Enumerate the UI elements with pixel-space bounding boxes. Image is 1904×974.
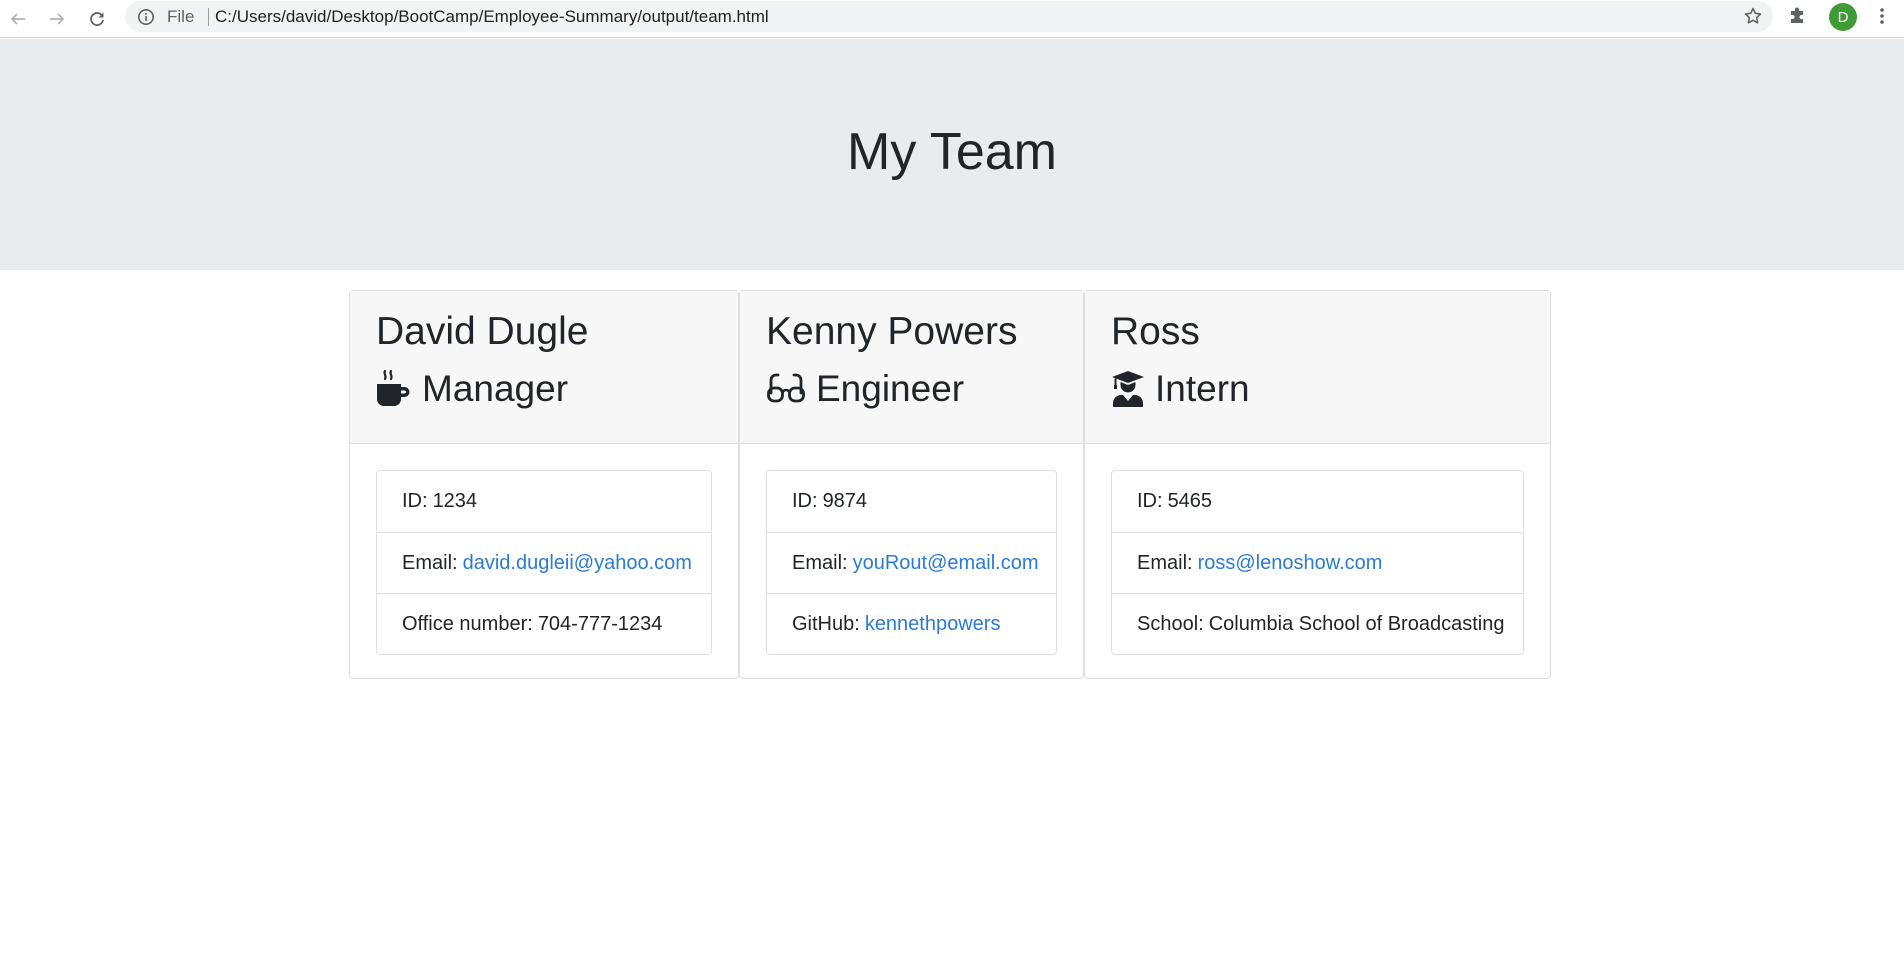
menu-button[interactable] bbox=[1872, 6, 1892, 31]
id-value: 5465 bbox=[1167, 490, 1213, 512]
card-header: Kenny Powers Engineer bbox=[740, 291, 1083, 444]
browser-toolbar: File C:/Users/david/Desktop/BootCamp/Emp… bbox=[0, 0, 1904, 38]
info-icon[interactable] bbox=[137, 8, 155, 31]
reload-button[interactable] bbox=[82, 4, 112, 34]
page-header: My Team bbox=[0, 39, 1904, 270]
forward-button[interactable] bbox=[42, 4, 72, 34]
address-bar[interactable]: File C:/Users/david/Desktop/BootCamp/Emp… bbox=[125, 1, 1773, 32]
mug-hot-icon bbox=[377, 369, 410, 406]
card-body: ID: 5465 Email: ross@lenoshow.com School… bbox=[1085, 444, 1550, 681]
email-link[interactable]: youRout@email.com bbox=[853, 552, 1039, 575]
details-list: ID: 1234 Email: david.dugleii@yahoo.com … bbox=[376, 470, 712, 655]
employee-id: ID: 9874 bbox=[767, 471, 1056, 532]
arrow-right-icon bbox=[50, 13, 65, 25]
arrow-left-icon bbox=[10, 13, 25, 25]
employee-name: David Dugle bbox=[376, 310, 589, 353]
github-label: GitHub: bbox=[792, 612, 860, 635]
user-graduate-icon bbox=[1112, 370, 1144, 407]
github-link[interactable]: kennethpowers bbox=[865, 613, 1001, 636]
reload-icon bbox=[90, 12, 104, 26]
email-label: Email: bbox=[792, 551, 848, 574]
card-body: ID: 9874 Email: youRout@email.com GitHub… bbox=[740, 444, 1083, 681]
employee-role: Engineer bbox=[766, 367, 1057, 411]
card-body: ID: 1234 Email: david.dugleii@yahoo.com … bbox=[350, 444, 738, 681]
email-label: Email: bbox=[402, 551, 458, 574]
employee-office-number: Office number: 704-777-1234 bbox=[377, 593, 711, 654]
office-number-label: Office number: bbox=[402, 612, 533, 635]
id-label: ID: bbox=[1137, 490, 1163, 512]
employee-id: ID: 1234 bbox=[377, 471, 711, 532]
id-label: ID: bbox=[792, 490, 818, 512]
email-link[interactable]: ross@lenoshow.com bbox=[1198, 552, 1383, 575]
employee-email: Email: youRout@email.com bbox=[767, 532, 1056, 593]
puzzle-icon bbox=[1791, 7, 1803, 23]
office-number-value: 704-777-1234 bbox=[537, 612, 663, 635]
card-header: David Dugle Manager bbox=[350, 291, 738, 444]
school-value: Columbia School of Broadcasting bbox=[1208, 612, 1505, 635]
glasses-icon bbox=[767, 373, 805, 403]
id-value: 1234 bbox=[432, 490, 478, 512]
role-label: Manager bbox=[422, 367, 569, 409]
employee-school: School: Columbia School of Broadcasting bbox=[1112, 593, 1523, 654]
id-value: 9874 bbox=[822, 490, 868, 512]
employee-name: Ross bbox=[1111, 310, 1200, 353]
star-icon[interactable] bbox=[1743, 6, 1763, 31]
page-title: My Team bbox=[847, 123, 1057, 181]
employee-card-engineer: Kenny Powers Engineer ID: 9874 Email: yo… bbox=[739, 290, 1084, 679]
id-label: ID: bbox=[402, 490, 428, 512]
divider bbox=[208, 8, 209, 26]
employee-email: Email: david.dugleii@yahoo.com bbox=[377, 532, 711, 593]
email-link[interactable]: david.dugleii@yahoo.com bbox=[463, 552, 692, 575]
extensions-button[interactable] bbox=[1788, 5, 1808, 30]
scheme-label: File bbox=[167, 7, 195, 26]
details-list: ID: 9874 Email: youRout@email.com GitHub… bbox=[766, 470, 1057, 655]
employee-card-intern: Ross Intern ID: 5465 Email: ross@lenosho… bbox=[1084, 290, 1551, 679]
team-cards: David Dugle Manager ID: 1234 Email: davi… bbox=[349, 290, 1551, 679]
employee-name: Kenny Powers bbox=[766, 310, 1018, 353]
employee-github: GitHub: kennethpowers bbox=[767, 593, 1056, 654]
employee-id: ID: 5465 bbox=[1112, 471, 1523, 532]
employee-email: Email: ross@lenoshow.com bbox=[1112, 532, 1523, 593]
role-label: Intern bbox=[1155, 367, 1250, 409]
email-label: Email: bbox=[1137, 551, 1193, 574]
url-text[interactable]: C:/Users/david/Desktop/BootCamp/Employee… bbox=[215, 7, 769, 27]
employee-role: Manager bbox=[376, 367, 712, 411]
back-button[interactable] bbox=[3, 4, 33, 34]
employee-role: Intern bbox=[1111, 367, 1524, 411]
details-list: ID: 5465 Email: ross@lenoshow.com School… bbox=[1111, 470, 1524, 655]
school-label: School: bbox=[1137, 612, 1204, 635]
card-header: Ross Intern bbox=[1085, 291, 1550, 444]
profile-avatar[interactable]: D bbox=[1829, 3, 1857, 31]
more-vert-icon bbox=[1880, 8, 1884, 24]
role-label: Engineer bbox=[816, 367, 965, 409]
employee-card-manager: David Dugle Manager ID: 1234 Email: davi… bbox=[349, 290, 739, 679]
